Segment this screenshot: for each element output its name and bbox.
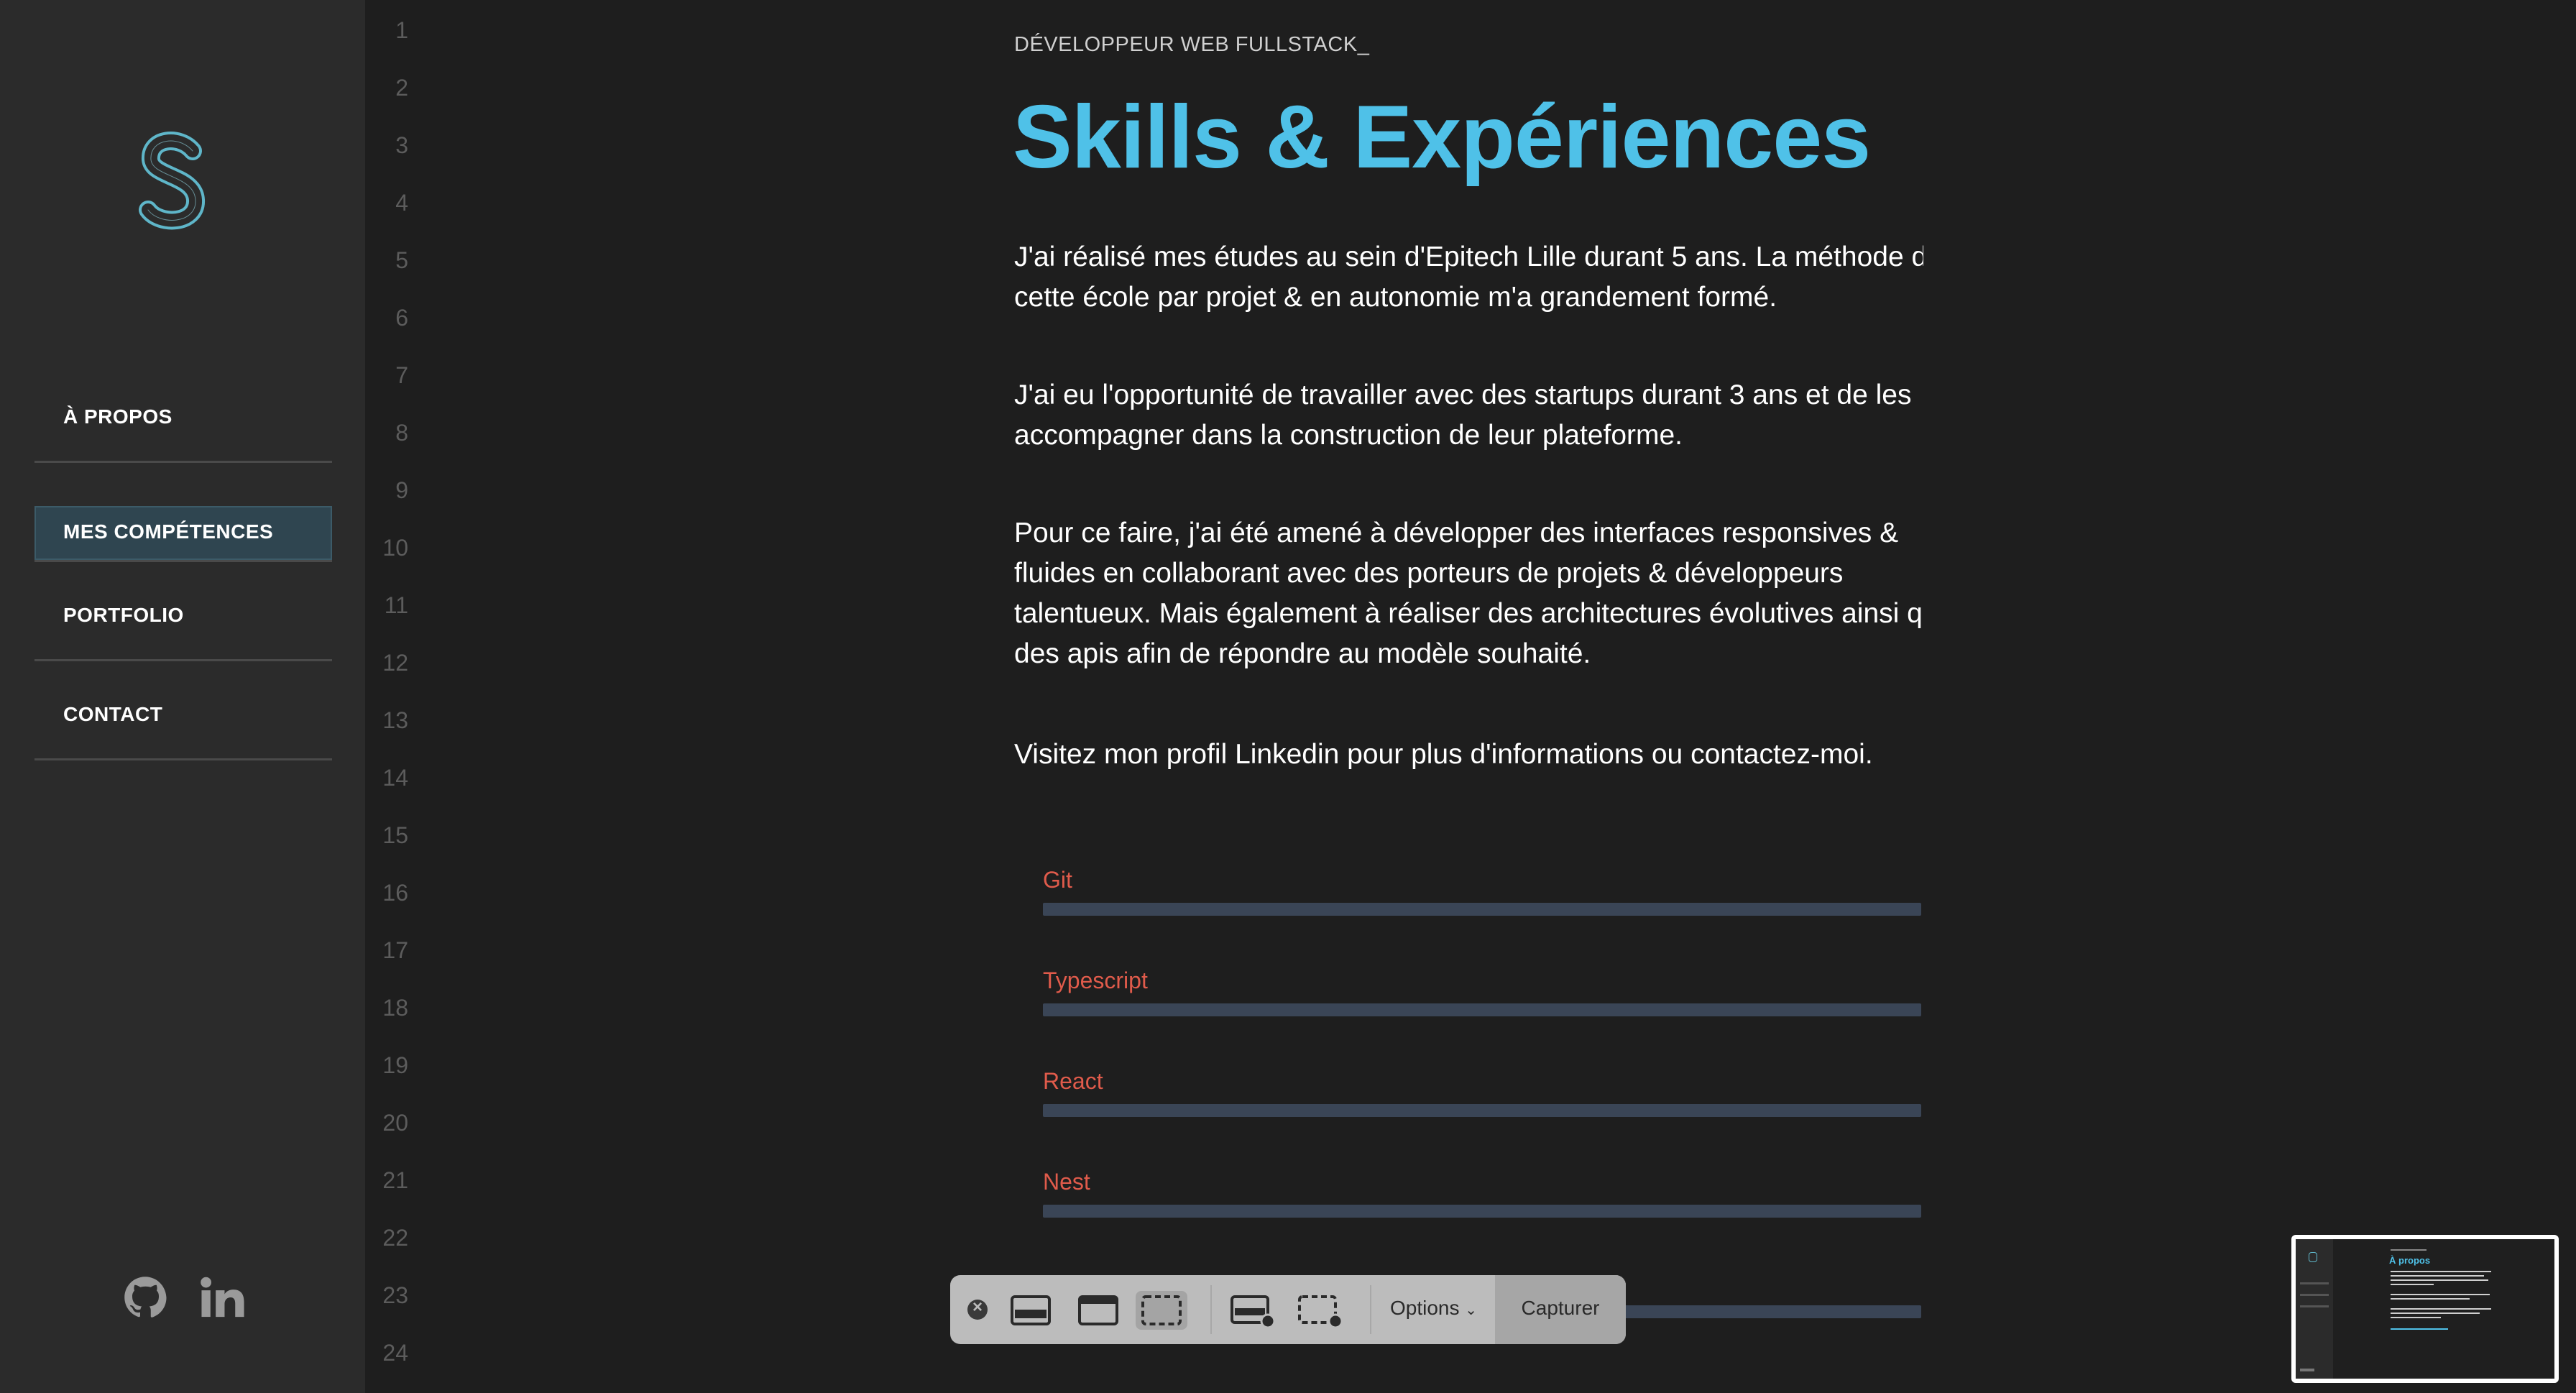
line-number: 15 [382, 822, 408, 848]
skill-name: Git [1043, 867, 1072, 893]
toolbar-divider [1210, 1285, 1212, 1334]
paragraph-line: talentueux. Mais également à réaliser de… [1014, 598, 1923, 629]
thumbnail-text-line [2391, 1294, 2490, 1295]
thumbnail-social-icons [2300, 1369, 2314, 1371]
nav-item-label: À PROPOS [63, 405, 172, 428]
thumbnail-text-line [2391, 1275, 2484, 1277]
skill-name: Nest [1043, 1169, 1090, 1195]
chevron-down-icon: ⌄ [1465, 1302, 1478, 1318]
capture-label: Capturer [1521, 1297, 1600, 1319]
github-icon[interactable] [124, 1272, 167, 1323]
nav-item-a-propos[interactable]: À PROPOS [34, 364, 332, 463]
thumbnail-text-line [2391, 1312, 2480, 1314]
paragraph-development: Pour ce faire, j'ai été amené à développ… [1014, 513, 1923, 674]
line-number: 6 [395, 305, 408, 331]
paragraph-line: accompagner dans la construction de leur… [1014, 420, 1683, 451]
skill-react: React [1043, 1068, 1921, 1117]
skill-bar [1043, 1205, 1921, 1218]
thumbnail-text-line [2391, 1308, 2491, 1310]
thumbnail-nav-line [2300, 1294, 2329, 1296]
sidebar: À PROPOS MES COMPÉTENCES PORTFOLIO CONTA… [0, 0, 365, 1393]
paragraph-line: cette école par projet & en autonomie m'… [1014, 282, 1777, 313]
thumbnail-text-line [2391, 1279, 2488, 1281]
thumbnail-nav-line [2300, 1282, 2329, 1284]
line-number: 14 [382, 765, 408, 791]
nav-item-label: MES COMPÉTENCES [63, 520, 274, 543]
nav-item-mes-competences[interactable]: MES COMPÉTENCES [34, 463, 332, 562]
paragraph-line: Visitez mon profil Linkedin pour plus d'… [1014, 739, 1873, 770]
thumbnail-text-line [2391, 1317, 2441, 1318]
skill-nest: Nest [1043, 1169, 1921, 1218]
line-number: 12 [382, 650, 408, 676]
record-entire-screen-icon[interactable] [1226, 1291, 1278, 1330]
paragraph-line: J'ai réalisé mes études au sein d'Epitec… [1014, 242, 1923, 272]
skill-git: Git [1043, 867, 1921, 916]
capture-window-icon[interactable] [1072, 1291, 1124, 1330]
line-number: 3 [395, 132, 408, 158]
paragraph-studies: J'ai réalisé mes études au sein d'Epitec… [1014, 237, 1923, 318]
options-label: Options [1390, 1297, 1460, 1319]
line-number: 5 [395, 247, 408, 273]
options-dropdown[interactable]: Options ⌄ [1390, 1297, 1477, 1320]
paragraph-line: fluides en collaborant avec des porteurs… [1014, 558, 1844, 589]
line-number: 23 [382, 1282, 408, 1308]
skill-bar [1043, 1003, 1921, 1016]
line-number-gutter: 1 2 3 4 5 6 7 8 9 10 11 12 13 14 15 16 1… [365, 0, 437, 1393]
line-number: 20 [382, 1110, 408, 1136]
line-number: 17 [382, 937, 408, 963]
record-selection-icon[interactable] [1294, 1291, 1346, 1330]
close-icon[interactable] [967, 1297, 988, 1320]
line-number: 16 [382, 880, 408, 906]
toolbar-divider [1370, 1285, 1371, 1334]
line-number: 11 [384, 592, 408, 618]
paragraph-startups: J'ai eu l'opportunité de travailler avec… [1014, 375, 1923, 456]
linkedin-icon[interactable] [200, 1272, 246, 1323]
thumbnail-preview: À propos [2296, 1239, 2554, 1379]
thumbnail-text-line [2391, 1298, 2470, 1300]
nav-item-portfolio[interactable]: PORTFOLIO [34, 562, 332, 661]
logo-s-icon[interactable] [137, 129, 208, 230]
line-number: 2 [395, 75, 408, 101]
thumbnail-logo-icon [2309, 1252, 2317, 1262]
line-number: 24 [382, 1340, 408, 1366]
thumbnail-link-line [2391, 1328, 2448, 1330]
paragraph-line: J'ai eu l'opportunité de travailler avec… [1014, 380, 1912, 410]
paragraph-line: des apis afin de répondre au modèle souh… [1014, 638, 1591, 669]
line-number: 21 [382, 1167, 408, 1193]
page-subtitle: DÉVELOPPEUR WEB FULLSTACK_ [1014, 33, 1370, 56]
paragraph-line: Pour ce faire, j'ai été amené à développ… [1014, 518, 1899, 548]
thumbnail-title: À propos [2389, 1255, 2431, 1266]
skill-bar [1043, 1104, 1921, 1117]
line-number: 22 [382, 1225, 408, 1251]
paragraph-contact: Visitez mon profil Linkedin pour plus d'… [1014, 735, 1923, 775]
nav-item-label: PORTFOLIO [63, 604, 184, 626]
skill-name: Typescript [1043, 967, 1148, 993]
line-number: 13 [382, 707, 408, 733]
thumbnail-text-line [2391, 1271, 2491, 1272]
line-number: 8 [395, 420, 408, 446]
screenshot-thumbnail[interactable]: À propos [2291, 1235, 2559, 1383]
capture-entire-screen-icon[interactable] [1005, 1291, 1057, 1330]
line-number: 19 [382, 1052, 408, 1078]
page-title: Skills & Expériences [1013, 88, 1871, 187]
line-number: 1 [395, 17, 408, 43]
line-number: 4 [395, 190, 408, 216]
thumbnail-nav-line [2300, 1305, 2329, 1307]
skill-name: React [1043, 1068, 1103, 1094]
capture-toolbar: Options ⌄ Capturer [950, 1275, 1626, 1344]
nav-item-label: CONTACT [63, 703, 163, 725]
thumbnail-text-line [2391, 1284, 2434, 1285]
main-nav: À PROPOS MES COMPÉTENCES PORTFOLIO CONTA… [34, 364, 332, 760]
line-number: 7 [395, 362, 408, 388]
line-number: 18 [382, 995, 408, 1021]
capture-selection-icon[interactable] [1136, 1291, 1187, 1330]
nav-item-contact[interactable]: CONTACT [34, 661, 332, 760]
line-number: 10 [382, 535, 408, 561]
line-number: 9 [395, 477, 408, 503]
skill-bar [1043, 903, 1921, 916]
skill-typescript: Typescript [1043, 967, 1921, 1016]
thumbnail-subtitle-line [2391, 1249, 2426, 1251]
capture-button[interactable]: Capturer [1495, 1275, 1626, 1344]
